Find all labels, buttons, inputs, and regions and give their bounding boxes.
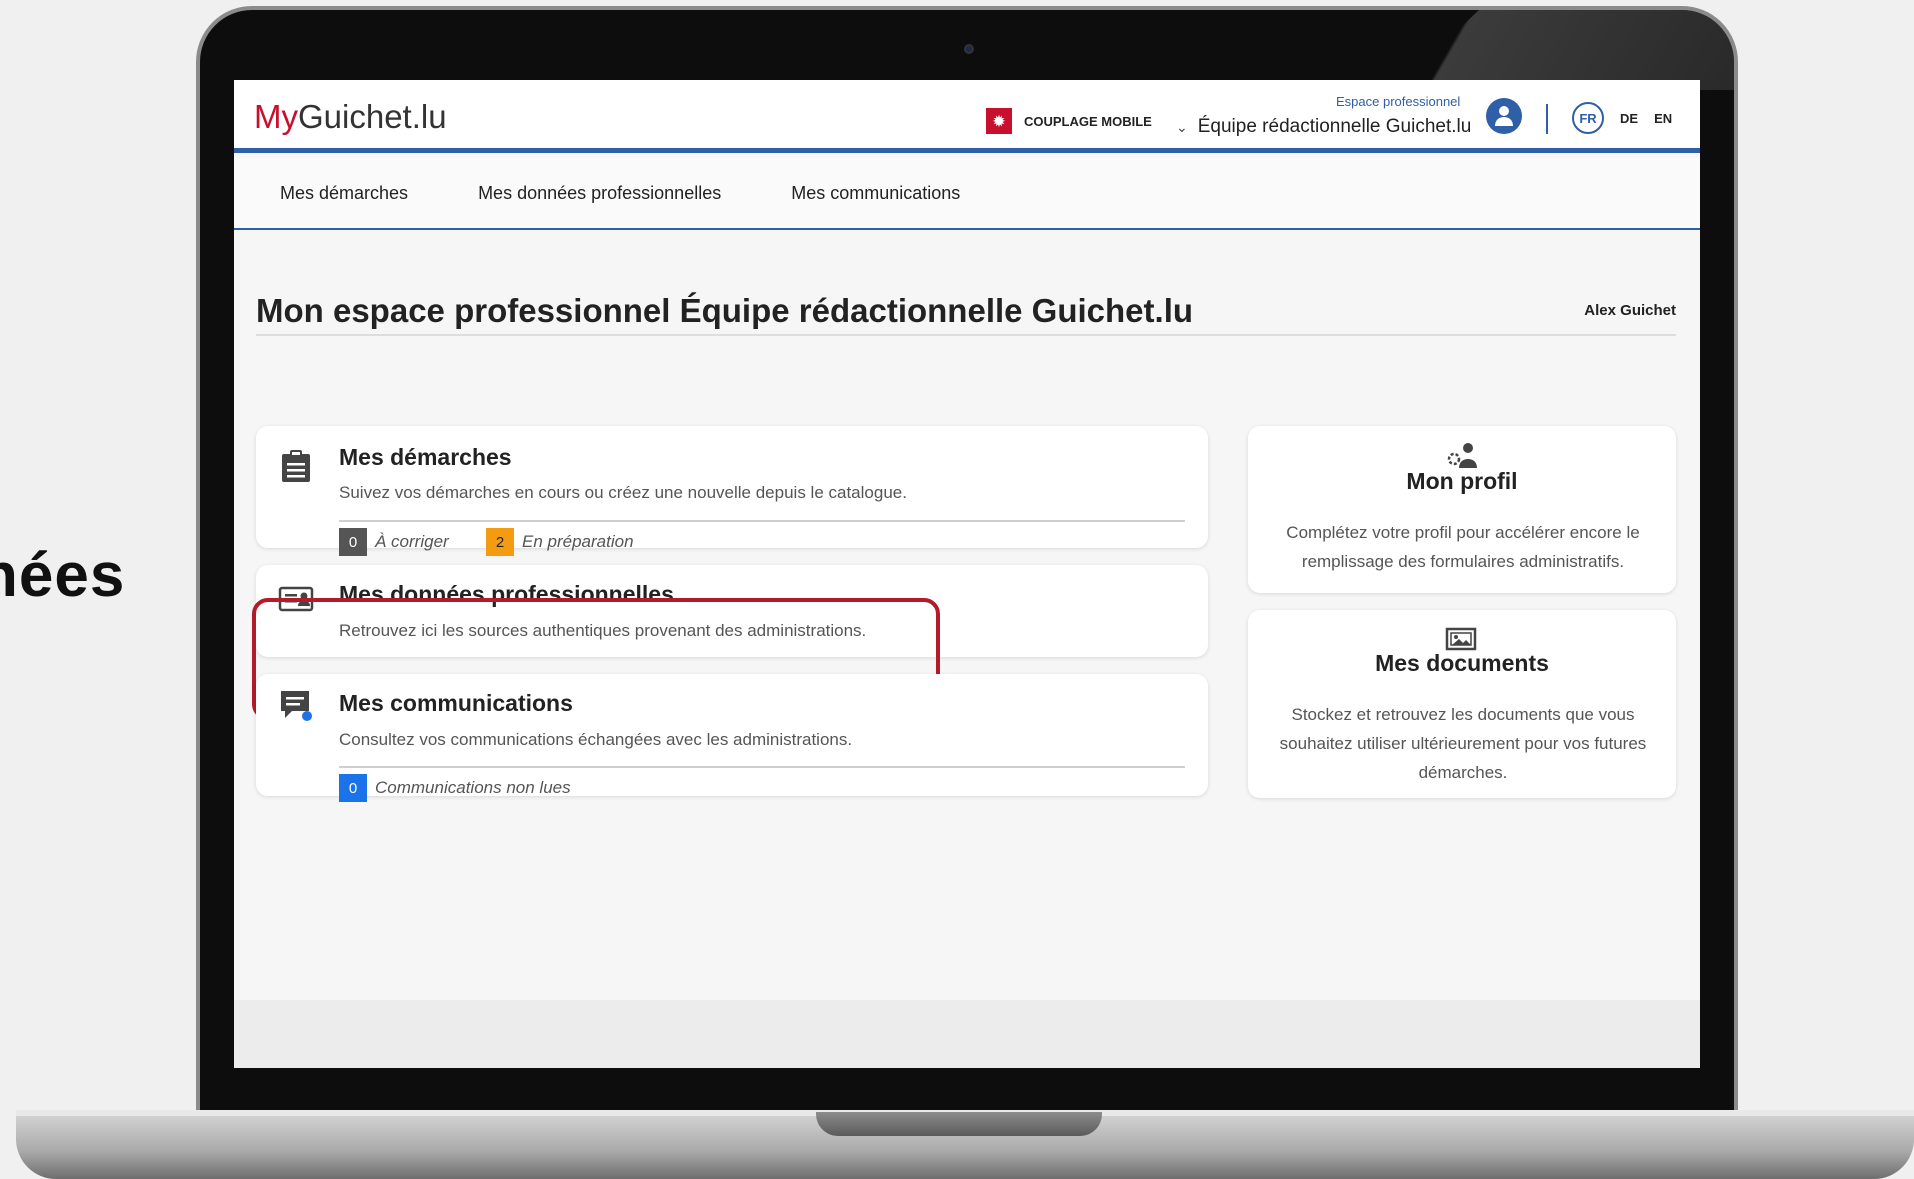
site-header: MyGuichet.lu ✹ COUPLAGE MOBILE Espace pr… bbox=[234, 80, 1700, 153]
laptop-notch bbox=[816, 1112, 1102, 1136]
side-caption: nées bbox=[0, 541, 126, 610]
camera-icon bbox=[964, 44, 974, 54]
lang-fr[interactable]: FR bbox=[1572, 102, 1604, 134]
user-avatar-icon[interactable] bbox=[1486, 98, 1522, 134]
page-title: Mon espace professionnel Équipe rédactio… bbox=[256, 292, 1194, 329]
card-demarches[interactable]: Mes démarches Suivez vos démarches en co… bbox=[256, 426, 1208, 556]
card-communications-desc: Consultez vos communications échangées a… bbox=[339, 730, 853, 749]
card-demarches-desc: Suivez vos démarches en cours ou créez u… bbox=[339, 483, 907, 502]
nav-item-demarches[interactable]: Mes démarches bbox=[280, 183, 408, 204]
language-switcher: FR DE EN bbox=[1572, 102, 1672, 134]
status-en-preparation[interactable]: 2 En préparation bbox=[486, 528, 634, 556]
page-title-bar: Mon espace professionnel Équipe rédactio… bbox=[256, 292, 1676, 336]
lang-en[interactable]: EN bbox=[1654, 111, 1672, 126]
nav-item-donnees[interactable]: Mes données professionnelles bbox=[478, 183, 721, 204]
profile-settings-icon bbox=[1447, 443, 1477, 468]
card-communications[interactable]: Mes communications Consultez vos communi… bbox=[256, 674, 1208, 802]
laptop-lid: MyGuichet.lu ✹ COUPLAGE MOBILE Espace pr… bbox=[196, 6, 1738, 1116]
chat-icon bbox=[281, 691, 312, 721]
card-demarches-title: Mes démarches bbox=[339, 444, 512, 470]
card-mon-profil[interactable]: Mon profil Complétez votre profil pour a… bbox=[1248, 426, 1676, 593]
card-communications-title: Mes communications bbox=[339, 690, 573, 716]
status-a-corriger[interactable]: 0 À corriger bbox=[339, 528, 449, 556]
mobile-pairing-icon: ✹ bbox=[986, 108, 1012, 134]
card-divider bbox=[339, 520, 1185, 522]
couplage-mobile-button[interactable]: ✹ COUPLAGE MOBILE bbox=[986, 108, 1152, 134]
nav-item-communications[interactable]: Mes communications bbox=[791, 183, 960, 204]
clipboard-icon bbox=[282, 450, 310, 482]
status-unread[interactable]: 0 Communications non lues bbox=[339, 774, 571, 802]
count-badge: 2 bbox=[486, 528, 514, 556]
site-logo[interactable]: MyGuichet.lu bbox=[254, 98, 447, 136]
laptop-screen: MyGuichet.lu ✹ COUPLAGE MOBILE Espace pr… bbox=[234, 80, 1700, 1068]
lang-de[interactable]: DE bbox=[1620, 111, 1638, 126]
current-user: Alex Guichet bbox=[1584, 302, 1676, 319]
account-name: Équipe rédactionnelle Guichet.lu bbox=[1197, 116, 1472, 137]
header-divider bbox=[1546, 104, 1548, 134]
card-mes-documents-desc: Stockez et retrouvez les documents que v… bbox=[1279, 705, 1647, 782]
card-mes-documents-title: Mes documents bbox=[1375, 650, 1549, 676]
lid-reflection bbox=[1394, 10, 1734, 90]
card-mon-profil-title: Mon profil bbox=[1406, 468, 1518, 494]
main-nav: Mes démarches Mes données professionnell… bbox=[234, 158, 1700, 230]
card-mon-profil-desc: Complétez votre profil pour accélérer en… bbox=[1286, 523, 1640, 571]
card-mes-documents[interactable]: Mes documents Stockez et retrouvez les d… bbox=[1248, 610, 1676, 798]
count-badge: 0 bbox=[339, 774, 367, 802]
chevron-down-icon: ⌄ bbox=[1176, 118, 1188, 135]
card-divider bbox=[339, 766, 1185, 768]
page-footer bbox=[234, 1000, 1700, 1068]
count-badge: 0 bbox=[339, 528, 367, 556]
